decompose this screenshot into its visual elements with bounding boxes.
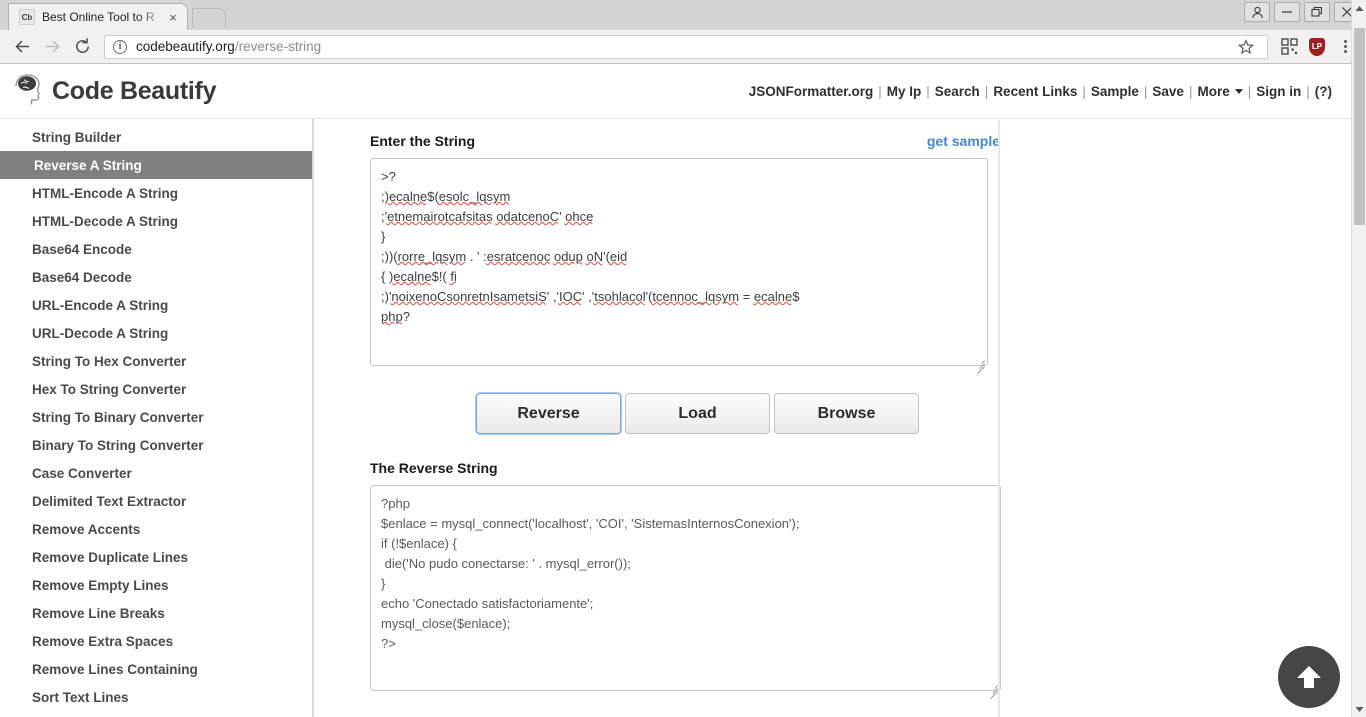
shield-badge: LP <box>1309 37 1325 56</box>
page-content: Code Beautify JSONFormatter.org | My Ip … <box>0 64 1366 717</box>
output-field-header: The Reverse String <box>370 460 1000 476</box>
input-field-header: Enter the String get sample <box>370 133 1000 149</box>
top-navigation: JSONFormatter.org | My Ip | Search | Rec… <box>749 84 1332 99</box>
sidebar-item-remove-line-breaks[interactable]: Remove Line Breaks <box>0 599 312 627</box>
input-label: Enter the String <box>370 133 476 149</box>
sidebar-item-sort-text-lines[interactable]: Sort Text Lines <box>0 683 312 711</box>
input-string-textarea[interactable] <box>370 158 988 366</box>
page-scrollbar[interactable] <box>1351 0 1366 717</box>
sidebar-item-html-encode-a-string[interactable]: HTML-Encode A String <box>0 179 312 207</box>
chevron-down-icon <box>1234 88 1243 94</box>
sidebar-item-url-encode-a-string[interactable]: URL-Encode A String <box>0 291 312 319</box>
maximize-button[interactable] <box>1304 2 1330 22</box>
address-bar[interactable]: i codebeautify.org/reverse-string <box>104 34 1268 60</box>
nav-item-my-ip[interactable]: My Ip <box>887 84 922 99</box>
tab-favicon: Cb <box>19 9 35 25</box>
tab-title: Best Online Tool to R <box>42 10 155 24</box>
reload-icon[interactable] <box>68 33 96 61</box>
sidebar-item-url-decode-a-string[interactable]: URL-Decode A String <box>0 319 312 347</box>
browse-button[interactable]: Browse <box>774 393 919 434</box>
url-domain: codebeautify.org <box>136 39 235 54</box>
sidebar: String Builder Reverse A String HTML-Enc… <box>0 119 314 717</box>
site-info-icon[interactable]: i <box>113 39 127 54</box>
bookmark-star-icon[interactable] <box>1233 34 1259 60</box>
brand-name: Code Beautify <box>52 76 217 105</box>
nav-separator: | <box>984 83 989 99</box>
sidebar-item-remove-lines-containing[interactable]: Remove Lines Containing <box>0 655 312 683</box>
main-content: Enter the String get sample >? ;)ecalne$… <box>314 119 1352 717</box>
url-path: /reverse-string <box>234 39 322 54</box>
browser-chrome: Cb Best Online Tool to R × i codebeautif… <box>0 0 1366 64</box>
sidebar-item-base64-encode[interactable]: Base64 Encode <box>0 235 312 263</box>
nav-item-recent-links[interactable]: Recent Links <box>993 84 1077 99</box>
nav-item-more[interactable]: More <box>1197 83 1243 99</box>
reverse-button[interactable]: Reverse <box>476 393 621 434</box>
nav-item-search[interactable]: Search <box>935 84 980 99</box>
brand[interactable]: Code Beautify <box>12 72 216 111</box>
sidebar-item-remove-duplicate-lines[interactable]: Remove Duplicate Lines <box>0 543 312 571</box>
body-area: String Builder Reverse A String HTML-Enc… <box>0 119 1352 717</box>
nav-separator: | <box>1188 83 1193 99</box>
tab-strip: Cb Best Online Tool to R × <box>0 0 1366 30</box>
minimize-button[interactable] <box>1274 2 1300 22</box>
sidebar-item-hex-to-string-converter[interactable]: Hex To String Converter <box>0 375 312 403</box>
nav-separator: | <box>926 83 930 99</box>
tab-close-icon[interactable]: × <box>165 9 181 25</box>
browser-toolbar: i codebeautify.org/reverse-string LP <box>0 30 1366 64</box>
nav-item-more-label: More <box>1197 83 1230 99</box>
content-divider <box>998 120 1000 717</box>
nav-separator: | <box>878 83 882 99</box>
brain-head-logo-icon <box>12 72 48 111</box>
sidebar-item-remove-extra-spaces[interactable]: Remove Extra Spaces <box>0 627 312 655</box>
sidebar-item-reverse-a-string[interactable]: Reverse A String <box>0 151 312 179</box>
nav-item-save[interactable]: Save <box>1152 84 1184 99</box>
back-icon[interactable] <box>8 33 36 61</box>
scrollbar-thumb[interactable] <box>1354 28 1365 225</box>
browser-tab[interactable]: Cb Best Online Tool to R × <box>8 3 188 30</box>
sidebar-item-string-builder[interactable]: String Builder <box>0 123 312 151</box>
lastpass-shield-icon[interactable]: LP <box>1304 34 1330 60</box>
output-label: The Reverse String <box>370 460 498 476</box>
nav-item-sign-in[interactable]: Sign in <box>1256 84 1301 99</box>
nav-item-sample[interactable]: Sample <box>1091 84 1139 99</box>
nav-separator: | <box>1143 83 1148 99</box>
sidebar-item-remove-accents[interactable]: Remove Accents <box>0 515 312 543</box>
sidebar-item-base64-decode[interactable]: Base64 Decode <box>0 263 312 291</box>
scrollbar-up-arrow[interactable] <box>1352 0 1366 16</box>
qr-extension-icon[interactable] <box>1276 34 1302 60</box>
window-controls <box>1244 2 1360 22</box>
scroll-to-top-button[interactable] <box>1278 646 1340 708</box>
output-textarea-wrapper <box>370 485 1001 700</box>
forward-icon[interactable] <box>38 33 66 61</box>
new-tab-button[interactable] <box>192 8 226 28</box>
sidebar-item-string-to-hex-converter[interactable]: String To Hex Converter <box>0 347 312 375</box>
sidebar-item-binary-to-string-converter[interactable]: Binary To String Converter <box>0 431 312 459</box>
action-button-row: Reverse Load Browse <box>476 393 1352 434</box>
get-sample-link[interactable]: get sample <box>927 133 1000 149</box>
sidebar-item-html-decode-a-string[interactable]: HTML-Decode A String <box>0 207 312 235</box>
sidebar-item-case-converter[interactable]: Case Converter <box>0 459 312 487</box>
sidebar-item-remove-empty-lines[interactable]: Remove Empty Lines <box>0 571 312 599</box>
sidebar-item-string-to-binary-converter[interactable]: String To Binary Converter <box>0 403 312 431</box>
arrow-up-icon <box>1297 666 1321 688</box>
nav-separator: | <box>1306 83 1310 99</box>
input-textarea-wrapper: >? ;)ecalne$(esolc_lqsym ;'etnemairotcaf… <box>370 158 988 375</box>
sidebar-item-delimited-text-extractor[interactable]: Delimited Text Extractor <box>0 487 312 515</box>
profile-icon[interactable] <box>1244 2 1270 22</box>
nav-separator: | <box>1082 83 1086 99</box>
output-string-textarea[interactable] <box>370 485 1001 691</box>
load-button[interactable]: Load <box>625 393 770 434</box>
nav-item-jsonformatter[interactable]: JSONFormatter.org <box>749 84 874 99</box>
nav-separator: | <box>1247 83 1252 99</box>
scrollbar-down-arrow[interactable] <box>1352 701 1366 717</box>
site-header: Code Beautify JSONFormatter.org | My Ip … <box>0 64 1352 119</box>
nav-item-help[interactable]: (?) <box>1315 84 1332 99</box>
